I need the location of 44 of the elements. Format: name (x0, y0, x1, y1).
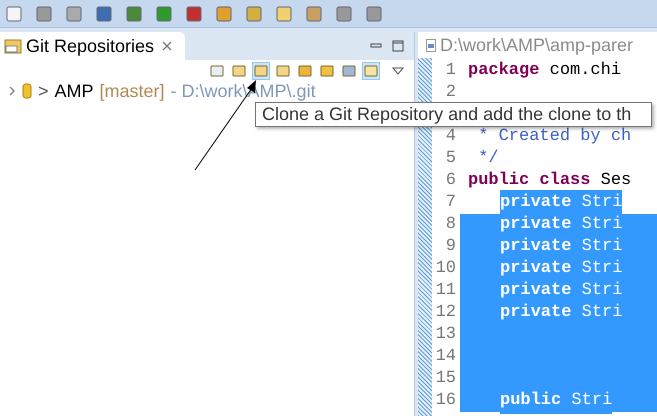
repository-name: AMP (54, 80, 94, 102)
line-number: 4 (444, 126, 457, 148)
line-number: 1 (444, 60, 457, 82)
line-number: 9 (444, 236, 457, 258)
branch-label: [master] (100, 80, 165, 103)
line-number: 12 (434, 302, 457, 324)
tree-item-prefix: > (38, 80, 49, 102)
code-text: * Created by ch (477, 126, 632, 148)
view-tab[interactable]: Git Repositories (0, 32, 185, 60)
git-folder-icon (4, 38, 22, 54)
toolbar-icon[interactable] (36, 6, 52, 22)
toolbar-icon[interactable] (276, 6, 292, 22)
line-number: 10 (434, 258, 457, 280)
toolbar-icon[interactable] (366, 6, 382, 22)
file-icon (426, 38, 436, 52)
toolbar-icon[interactable] (306, 6, 322, 22)
code-text: package com.chi (468, 60, 622, 82)
line-number: 16 (434, 390, 457, 412)
repository-icon (22, 83, 32, 99)
line-number: 5 (444, 148, 457, 170)
toolbar-icon[interactable] (96, 6, 112, 22)
chevron-icon[interactable] (8, 86, 16, 96)
maximize-icon[interactable] (392, 40, 404, 52)
code-text: public class Ses (468, 170, 632, 192)
line-number: 8 (444, 214, 457, 236)
line-number: 14 (434, 346, 457, 368)
toolbar-icon[interactable] (246, 6, 262, 22)
line-number: 11 (434, 280, 457, 302)
toolbar-icon[interactable] (66, 6, 82, 22)
line-number: 2 (444, 82, 457, 104)
line-number: 15 (434, 368, 457, 390)
toolbar-icon[interactable] (156, 6, 172, 22)
code-text: */ (477, 148, 499, 170)
toolbar-icon[interactable] (126, 6, 142, 22)
line-number: 13 (434, 324, 457, 346)
toolbar-icon[interactable] (186, 6, 202, 22)
toolbar-icon[interactable] (216, 6, 232, 22)
line-number: 6 (444, 170, 457, 192)
tooltip: Clone a Git Repository and add the clone to th (255, 102, 652, 127)
toolbar-icon[interactable] (6, 6, 22, 22)
toolbar-icon[interactable] (336, 6, 352, 22)
line-number: 7 (444, 192, 457, 214)
close-icon[interactable] (162, 41, 172, 51)
dropdown-icon[interactable] (392, 67, 404, 75)
